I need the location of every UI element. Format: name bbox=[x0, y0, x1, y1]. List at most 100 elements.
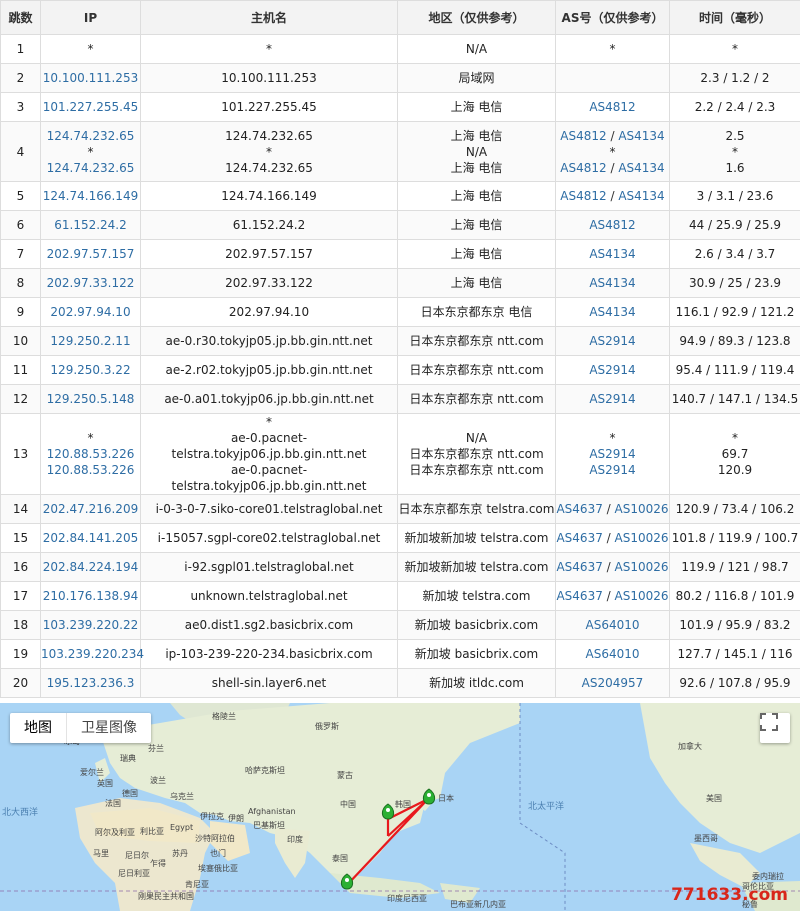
hostname-cell: * ae-0.pacnet-telstra.tokyjp06.jp.bb.gin.… bbox=[140, 413, 398, 495]
map-label-pakistan: 巴基斯坦 bbox=[253, 821, 285, 830]
ip-link[interactable]: 202.97.57.157 bbox=[41, 246, 140, 262]
as-link[interactable]: AS4637 bbox=[556, 502, 602, 516]
as-line: AS4637 / AS10026 bbox=[556, 588, 669, 604]
ip-cell: 210.176.138.94 bbox=[40, 581, 141, 611]
time-value: 69.7 bbox=[721, 447, 749, 461]
map-type-map-button[interactable]: 地图 bbox=[10, 713, 66, 743]
ip-link[interactable]: 210.176.138.94 bbox=[41, 588, 140, 604]
header-time: 时间（毫秒） bbox=[669, 0, 800, 35]
ip-link[interactable]: 129.250.5.148 bbox=[41, 391, 140, 407]
hostname-value: 124.74.232.65 bbox=[225, 128, 313, 143]
as-link[interactable]: AS4134 bbox=[589, 305, 635, 319]
as-link[interactable]: AS4134 bbox=[589, 247, 635, 261]
region-value: N/A bbox=[465, 42, 488, 56]
map-label-poland: 波兰 bbox=[150, 776, 166, 785]
as-link[interactable]: AS4812 bbox=[589, 218, 635, 232]
time-value: * bbox=[732, 42, 738, 56]
ip-link[interactable]: 120.88.53.226 bbox=[41, 446, 140, 462]
as-cell: AS4637 / AS10026 bbox=[555, 552, 670, 582]
ip-link[interactable]: 124.74.232.65 bbox=[41, 160, 140, 176]
time-cell: 101.9 / 95.9 / 83.2 bbox=[669, 610, 800, 640]
region-cell: 上海 电信 bbox=[397, 210, 556, 240]
as-link[interactable]: AS4134 bbox=[618, 161, 664, 175]
as-link[interactable]: AS4134 bbox=[618, 129, 664, 143]
map-label-kazakhstan: 哈萨克斯坦 bbox=[245, 766, 285, 775]
ip-cell: 202.84.224.194 bbox=[40, 552, 141, 582]
time-cell: 119.9 / 121 / 98.7 bbox=[669, 552, 800, 582]
as-link[interactable]: AS10026 bbox=[615, 560, 669, 574]
ip-link[interactable]: 202.47.216.209 bbox=[41, 501, 140, 517]
as-link[interactable]: AS2914 bbox=[589, 334, 635, 348]
hostname-value: 202.97.94.10 bbox=[228, 305, 310, 319]
ip-link[interactable]: 129.250.3.22 bbox=[41, 362, 140, 378]
table-row: 2 10.100.111.253 10.100.111.253 局域网 2.3 / 1… bbox=[0, 63, 800, 93]
fullscreen-button[interactable] bbox=[760, 713, 790, 743]
as-link[interactable]: AS2914 bbox=[589, 463, 635, 477]
ip-link[interactable]: 10.100.111.253 bbox=[41, 70, 140, 86]
ip-link[interactable]: 103.239.220.234 bbox=[41, 646, 144, 662]
as-line: * bbox=[556, 430, 669, 446]
ip-link[interactable]: 101.227.255.45 bbox=[41, 99, 140, 115]
map-label-russia: 俄罗斯 bbox=[315, 722, 339, 731]
as-separator: / bbox=[602, 589, 615, 603]
time-value: 116.1 / 92.9 / 121.2 bbox=[675, 305, 795, 319]
ip-link[interactable]: 202.97.33.122 bbox=[41, 275, 140, 291]
region-cell: 日本东京都东京 ntt.com bbox=[397, 384, 556, 414]
ip-link[interactable]: 202.84.224.194 bbox=[41, 559, 140, 575]
ip-link[interactable]: 124.74.166.149 bbox=[41, 188, 140, 204]
table-row: 7 202.97.57.157 202.97.57.157 上海 电信 AS4134 2.… bbox=[0, 239, 800, 269]
hostname-value: ip-103-239-220-234.basicbrix.com bbox=[165, 647, 373, 661]
as-link[interactable]: AS204957 bbox=[582, 676, 644, 690]
ip-link[interactable]: 103.239.220.22 bbox=[41, 617, 140, 633]
as-link[interactable]: AS4134 bbox=[618, 189, 664, 203]
as-link[interactable]: AS4637 bbox=[556, 560, 602, 574]
ip-link[interactable]: 202.84.141.205 bbox=[41, 530, 140, 546]
ip-link[interactable]: 195.123.236.3 bbox=[41, 675, 140, 691]
as-link[interactable]: AS2914 bbox=[589, 363, 635, 377]
as-link[interactable]: AS4812 bbox=[560, 129, 606, 143]
route-map[interactable]: 北大西洋 北太平洋 格陵兰 俄罗斯 冰岛 芬兰 瑞典 英国 爱尔兰 德国 法国 … bbox=[0, 703, 800, 911]
map-type-satellite-button[interactable]: 卫星图像 bbox=[66, 713, 151, 743]
ip-cell: 129.250.5.148 bbox=[40, 384, 141, 414]
as-link[interactable]: AS4812 bbox=[589, 100, 635, 114]
as-link[interactable]: AS4812 bbox=[560, 161, 606, 175]
as-cell: AS4637 / AS10026 bbox=[555, 494, 670, 524]
region-cell: 新加坡新加坡 telstra.com bbox=[397, 523, 556, 553]
as-link[interactable]: AS10026 bbox=[615, 589, 669, 603]
as-link[interactable]: AS4812 bbox=[560, 189, 606, 203]
region-cell: 日本东京都东京 ntt.com bbox=[397, 355, 556, 385]
region-cell: N/A bbox=[397, 34, 556, 64]
as-link[interactable]: AS10026 bbox=[615, 531, 669, 545]
as-link[interactable]: AS4134 bbox=[589, 276, 635, 290]
as-link[interactable]: AS2914 bbox=[589, 447, 635, 461]
as-link[interactable]: AS10026 bbox=[615, 502, 669, 516]
map-label-usa: 美国 bbox=[706, 794, 722, 803]
ip-link[interactable]: 124.74.232.65 bbox=[41, 128, 140, 144]
ip-link[interactable]: 120.88.53.226 bbox=[41, 462, 140, 478]
as-link[interactable]: AS2914 bbox=[589, 392, 635, 406]
as-link[interactable]: AS64010 bbox=[586, 647, 640, 661]
table-row: 18 103.239.220.22 ae0.dist1.sg2.basicbrix.… bbox=[0, 610, 800, 640]
region-cell: 日本东京都东京 telstra.com bbox=[397, 494, 556, 524]
as-line: AS204957 bbox=[556, 675, 669, 691]
ip-link[interactable]: 129.250.2.11 bbox=[41, 333, 140, 349]
ip-cell: * 120.88.53.226 120.88.53.226 bbox=[40, 413, 141, 495]
as-link[interactable]: AS4637 bbox=[556, 531, 602, 545]
hop-cell: 18 bbox=[0, 610, 41, 640]
as-link[interactable]: AS4637 bbox=[556, 589, 602, 603]
hostname-cell: ae-0.r30.tokyjp05.jp.bb.gin.ntt.net bbox=[140, 326, 398, 356]
time-value: * bbox=[732, 431, 738, 445]
hop-cell: 7 bbox=[0, 239, 41, 269]
as-cell: AS2914 bbox=[555, 384, 670, 414]
hop-cell: 12 bbox=[0, 384, 41, 414]
time-cell: 2.6 / 3.4 / 3.7 bbox=[669, 239, 800, 269]
ip-cell: 61.152.24.2 bbox=[40, 210, 141, 240]
time-cell: 3 / 3.1 / 23.6 bbox=[669, 181, 800, 211]
ip-link[interactable]: 61.152.24.2 bbox=[41, 217, 140, 233]
ip-link[interactable]: 202.97.94.10 bbox=[41, 304, 140, 320]
ip-cell: 101.227.255.45 bbox=[40, 92, 141, 122]
hop-cell: 15 bbox=[0, 523, 41, 553]
as-link[interactable]: AS64010 bbox=[586, 618, 640, 632]
ip-value: * bbox=[87, 144, 94, 159]
hostname-value: i-15057.sgpl-core02.telstraglobal.net bbox=[157, 531, 381, 545]
